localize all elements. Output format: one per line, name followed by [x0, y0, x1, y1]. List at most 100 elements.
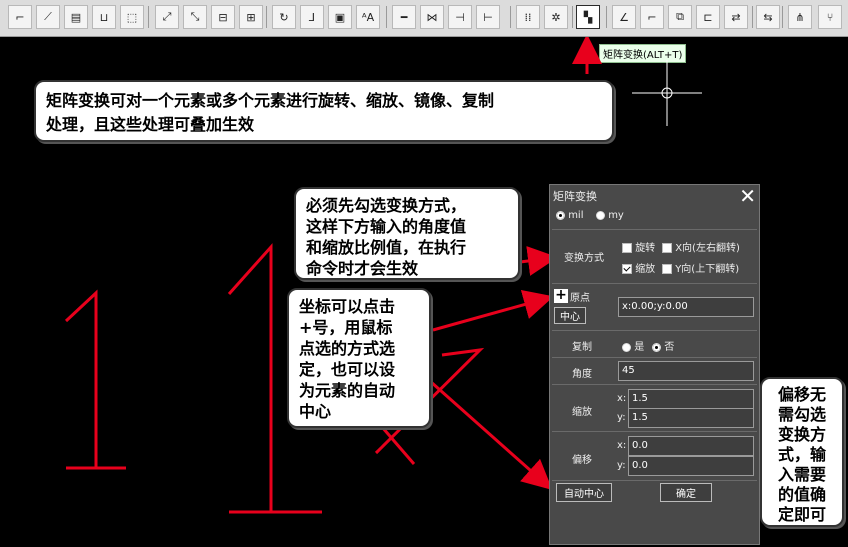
matrix-transform-dialog: 矩阵变换 ✕ mil my 变换方式 旋转 X向(左右翻转) 缩放 Y向(上下翻…: [549, 184, 760, 545]
callout-line: 必须先勾选变换方式，: [306, 196, 467, 215]
offset-x-input[interactable]: 0.0: [628, 436, 754, 456]
component-icon[interactable]: ⊏: [696, 5, 720, 29]
cross-wire-icon[interactable]: ⋈: [420, 5, 444, 29]
origin-label: 原点: [570, 293, 590, 304]
scale-x-input[interactable]: 1.5: [628, 389, 754, 409]
center-button[interactable]: 中心: [554, 307, 586, 324]
branch-icon[interactable]: ⑂: [818, 5, 842, 29]
line-left-icon[interactable]: ⊣: [448, 5, 472, 29]
scale-x-prefix: x:: [617, 393, 627, 404]
flip-icon[interactable]: ⅃: [300, 5, 324, 29]
step-icon[interactable]: ⌐: [640, 5, 664, 29]
divider: [552, 384, 757, 385]
group-swap-icon[interactable]: ⇆: [756, 5, 780, 29]
wire-break-icon[interactable]: ━: [392, 5, 416, 29]
scale-checkbox[interactable]: 缩放: [622, 260, 655, 275]
callout-line: 点选的方式选: [299, 339, 396, 358]
tray-icon[interactable]: ⊔: [92, 5, 116, 29]
copy-no-label: 否: [664, 342, 675, 353]
callout-line: 处理，且这些处理可叠加生效: [46, 115, 255, 134]
snowflake-icon[interactable]: ✲: [544, 5, 568, 29]
layer-settings-icon[interactable]: ▣: [328, 5, 352, 29]
scale-y-input[interactable]: 1.5: [628, 408, 754, 428]
divider: [552, 330, 757, 331]
callout-line: 式，输: [777, 445, 826, 464]
checkbox-box: [662, 243, 672, 253]
scale-label: 缩放: [572, 407, 592, 418]
divider: [552, 431, 757, 432]
rotate-checkbox[interactable]: 旋转: [622, 239, 655, 254]
offset-y-input[interactable]: 0.0: [628, 456, 754, 476]
unit-mil-label: mil: [568, 210, 584, 221]
toolbar-separator: [386, 6, 387, 28]
callout-line: 需勾选: [777, 405, 826, 424]
radio-dot: [596, 210, 605, 220]
toolbar: ⌐ ⟋ ▤ ⊔ ⬚ ⤢ ⤡ ⊟ ⊞ ↻ ⅃ ▣ ᴬA ━ ⋈ ⊣ ⊢ ⁞⁞ ✲ ▚ ∠ ⌐ ⧉ ⊏ ⇄ ⇆ ⋔ ⑂: [0, 0, 848, 37]
connect-icon[interactable]: ⌐: [8, 5, 32, 29]
angle-icon[interactable]: ∠: [612, 5, 636, 29]
transform-icon[interactable]: ⤢: [155, 5, 179, 29]
callout-line: 定即可: [777, 505, 826, 524]
unit-my-label: my: [608, 210, 624, 221]
copy-no-radio[interactable]: 否: [652, 338, 674, 353]
copy-label: 复制: [572, 342, 592, 353]
toolbar-separator: [148, 6, 149, 28]
divider: [552, 357, 757, 358]
crosshair-cursor: [632, 60, 702, 126]
align-middle-icon[interactable]: ⊞: [239, 5, 263, 29]
toolbar-separator: [782, 6, 783, 28]
callout-line: 定，也可以设: [299, 360, 396, 379]
matrix-transform-icon[interactable]: ▚: [576, 5, 600, 29]
callout-line: 坐标可以点击: [299, 297, 396, 316]
select-box-icon[interactable]: ⬚: [120, 5, 144, 29]
resize-icon[interactable]: ⤡: [183, 5, 207, 29]
origin-input[interactable]: x:0.00;y:0.00: [618, 297, 754, 317]
copy-icon[interactable]: ⧉: [668, 5, 692, 29]
callout-origin: 坐标可以点击 +号，用鼠标 点选的方式选 定，也可以设 为元素的自动 中心: [287, 288, 431, 428]
swap-icon[interactable]: ⇄: [724, 5, 748, 29]
divider: [552, 283, 757, 284]
divider: [552, 480, 757, 481]
y-flip-checkbox[interactable]: Y向(上下翻转): [662, 260, 739, 275]
checkbox-box: [622, 243, 632, 253]
toolbar-separator: [606, 6, 607, 28]
pick-origin-plus-icon[interactable]: +: [554, 288, 568, 303]
line-right-icon[interactable]: ⊢: [476, 5, 500, 29]
rotate-label: 旋转: [635, 243, 656, 254]
callout-line: 中心: [299, 402, 332, 421]
x-flip-checkbox[interactable]: X向(左右翻转): [662, 239, 740, 254]
callout-line: 为元素的自动: [299, 381, 396, 400]
offset-x-prefix: x:: [617, 440, 627, 451]
ok-button[interactable]: 确定: [660, 483, 712, 502]
divider: [552, 229, 757, 230]
grid-icon[interactable]: ⁞⁞: [516, 5, 540, 29]
dialog-title: 矩阵变换: [553, 190, 597, 203]
align-center-icon[interactable]: ⊟: [211, 5, 235, 29]
callout-line: 的值确: [777, 485, 826, 504]
radio-dot: [622, 342, 631, 352]
route-icon[interactable]: ⟋: [36, 5, 60, 29]
rotate-icon[interactable]: ↻: [272, 5, 296, 29]
checkbox-box: [622, 264, 632, 274]
document-settings-icon[interactable]: ▤: [64, 5, 88, 29]
close-icon[interactable]: ✕: [739, 184, 756, 208]
toolbar-separator: [752, 6, 753, 28]
callout-line: +号，用鼠标: [299, 318, 393, 337]
callout-line: 变换方: [777, 425, 826, 444]
offset-label: 偏移: [572, 455, 592, 466]
angle-input[interactable]: 45: [618, 361, 754, 381]
offset-y-prefix: y:: [617, 460, 626, 471]
scale-checkbox-label: 缩放: [635, 264, 656, 275]
tree-icon[interactable]: ⋔: [788, 5, 812, 29]
unit-my-radio[interactable]: my: [596, 210, 624, 221]
scale-y-prefix: y:: [617, 412, 626, 423]
callout-matrix-intro: 矩阵变换可对一个元素或多个元素进行旋转、缩放、镜像、复制 处理，且这些处理可叠加…: [34, 80, 614, 142]
radio-dot: [652, 342, 661, 352]
text-size-icon[interactable]: ᴬA: [356, 5, 380, 29]
callout-offset: 偏移无 需勾选 变换方 式，输 入需要 的值确 定即可: [760, 377, 844, 527]
unit-mil-radio[interactable]: mil: [556, 210, 584, 221]
original-element: [64, 289, 126, 470]
callout-line: 这样下方输入的角度值: [306, 217, 467, 236]
copy-yes-radio[interactable]: 是: [622, 338, 644, 353]
auto-center-button[interactable]: 自动中心: [556, 483, 612, 502]
